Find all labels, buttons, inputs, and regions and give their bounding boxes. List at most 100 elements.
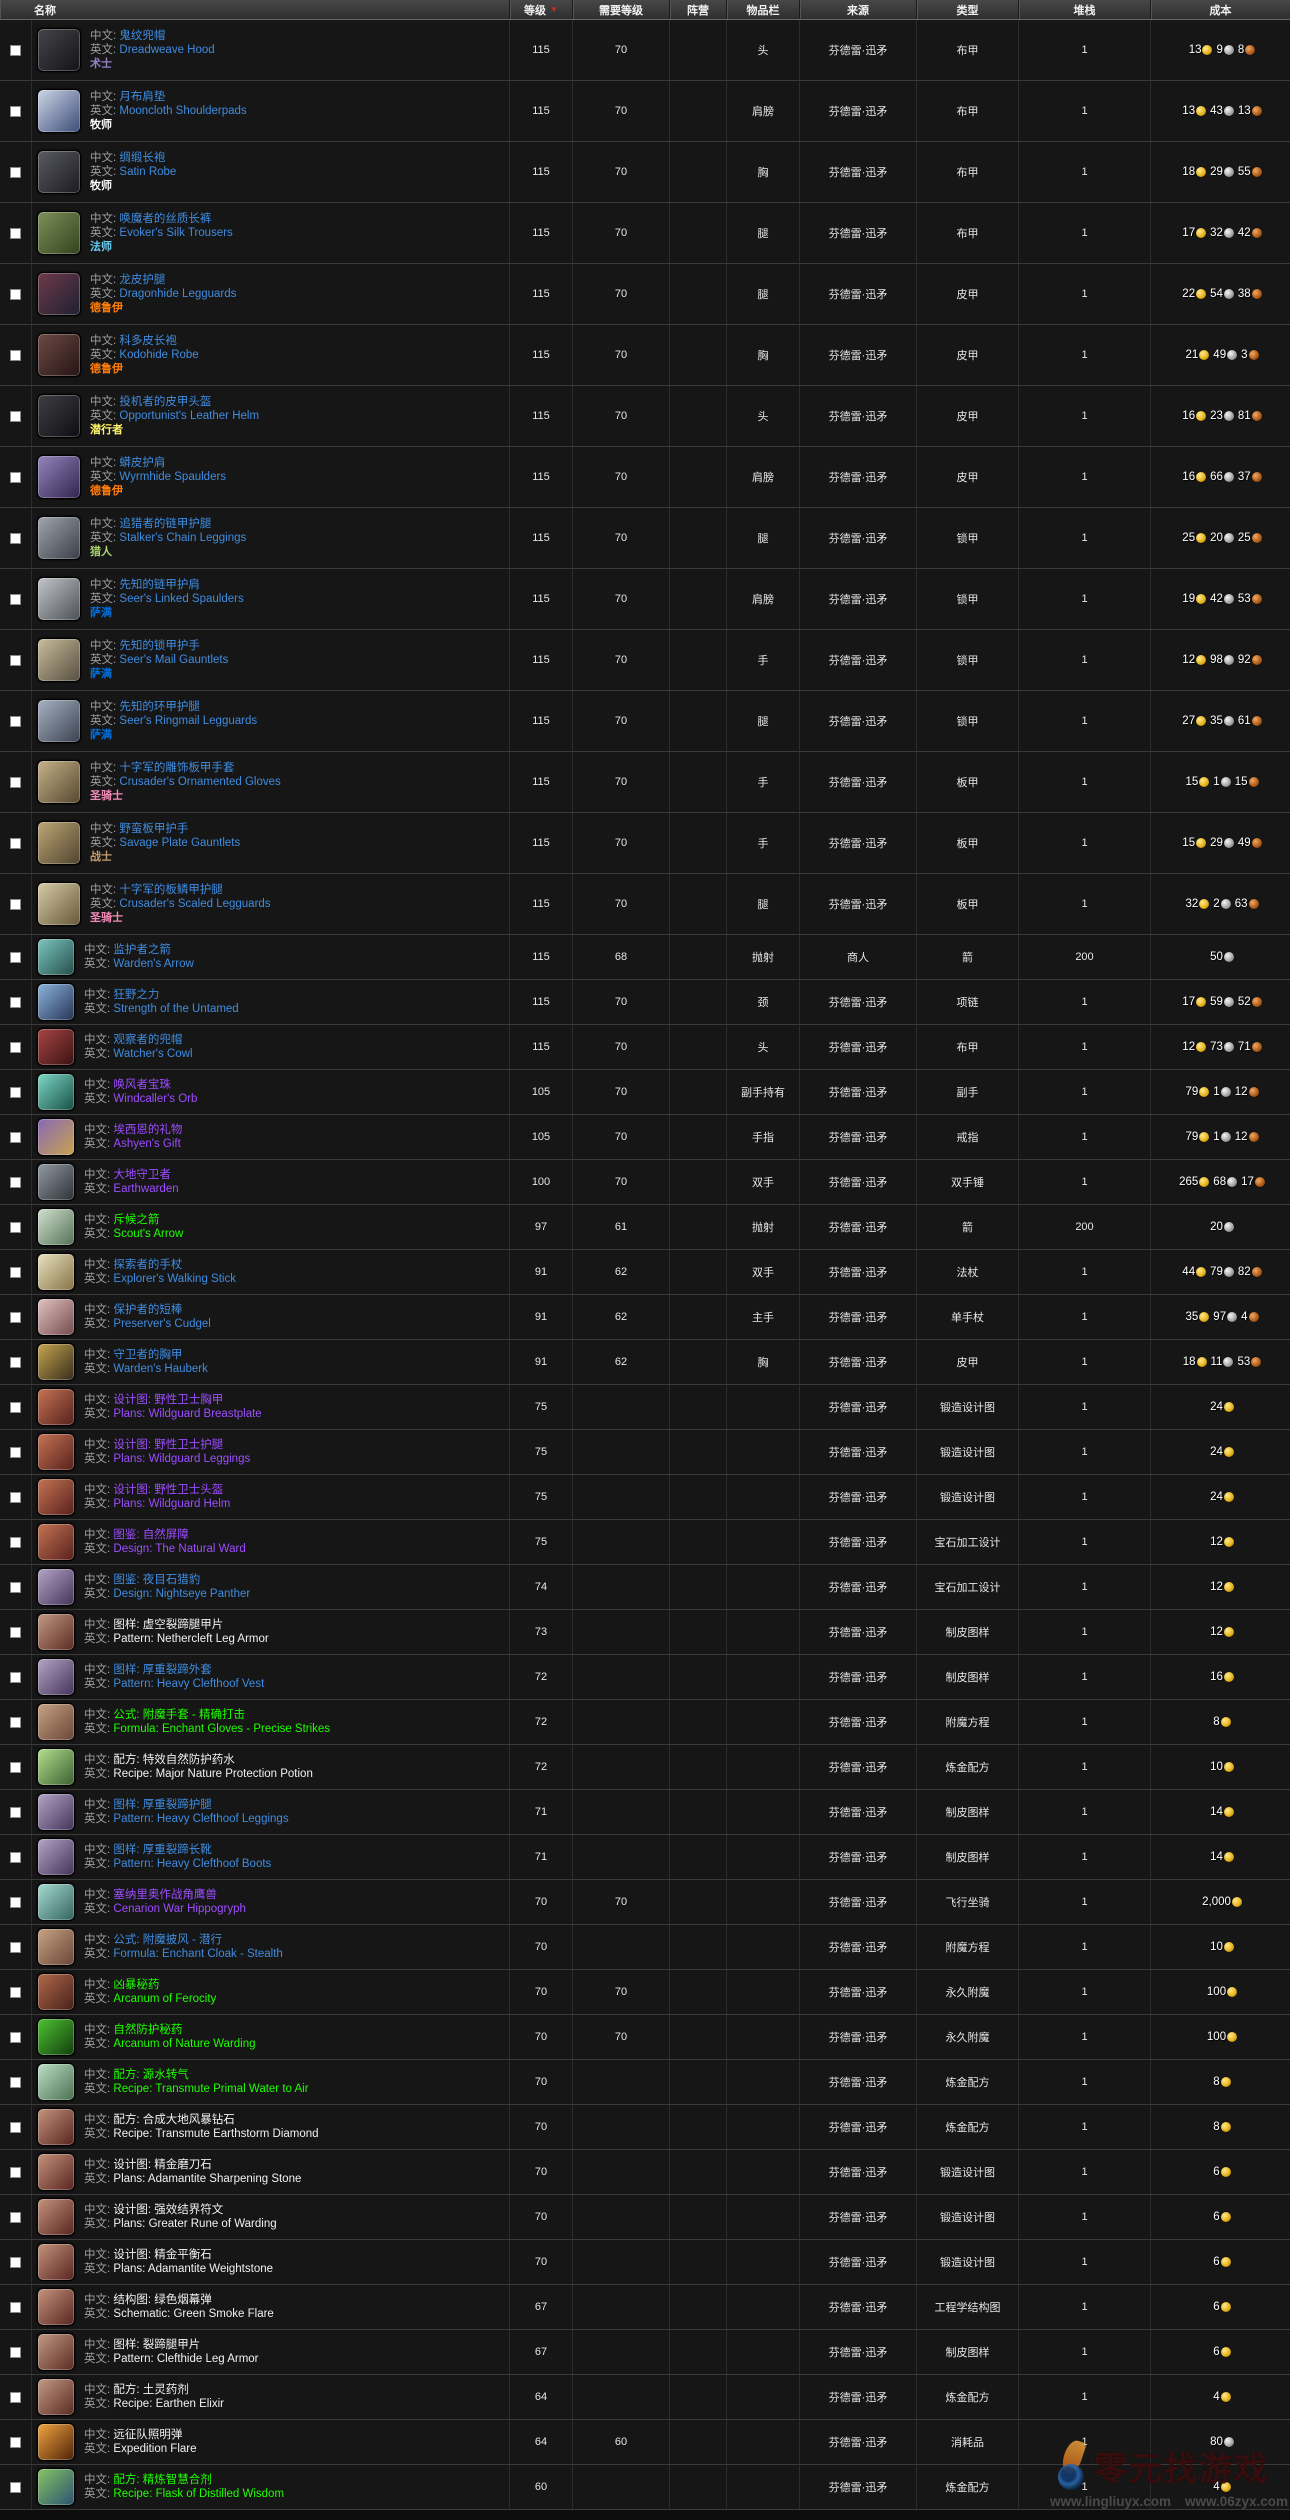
item-name-en[interactable]: Expedition Flare [113,2443,196,2455]
row-checkbox[interactable] [10,1132,21,1143]
item-name-en[interactable]: Preserver's Cudgel [113,1318,210,1330]
item-name-en[interactable]: Satin Robe [119,166,176,178]
row-checkbox[interactable] [10,1042,21,1053]
item-name-en[interactable]: Explorer's Walking Stick [113,1273,236,1285]
item-name-en[interactable]: Formula: Enchant Gloves - Precise Strike… [113,1723,330,1735]
item-name-cn[interactable]: 设计图: 精金平衡石 [113,2249,211,2261]
item-name-en[interactable]: Pattern: Clefthide Leg Armor [113,2353,258,2365]
row-checkbox[interactable] [10,411,21,422]
item-name-cn[interactable]: 配方: 精炼智慧合剂 [113,2474,211,2486]
item-name-en[interactable]: Arcanum of Nature Warding [113,2038,255,2050]
scroll-icon[interactable] [37,1793,75,1831]
item-name-cn[interactable]: 自然防护秘药 [113,2024,182,2036]
scroll-icon[interactable] [37,2288,75,2326]
item-name-cn[interactable]: 保护者的短棒 [113,1304,182,1316]
row-checkbox[interactable] [10,167,21,178]
item-name-cn[interactable]: 公式: 附魔手套 - 精确打击 [113,1709,245,1721]
item-name-cn[interactable]: 结构图: 绿色烟幕弹 [113,2294,211,2306]
item-name-cn[interactable]: 十字军的板鳞甲护腿 [119,884,223,896]
item-name-cn[interactable]: 设计图: 野性卫士护腿 [113,1439,223,1451]
item-name-en[interactable]: Plans: Adamantite Weightstone [113,2263,273,2275]
item-name-cn[interactable]: 埃西恩的礼物 [113,1124,182,1136]
item-name-en[interactable]: Design: The Natural Ward [113,1543,245,1555]
staff-icon[interactable] [37,1253,75,1291]
row-checkbox[interactable] [10,106,21,117]
row-checkbox[interactable] [10,1942,21,1953]
item-name-cn[interactable]: 月布肩垫 [119,91,165,103]
item-name-en[interactable]: Schematic: Green Smoke Flare [113,2308,273,2320]
item-name-cn[interactable]: 先知的环甲护腿 [119,701,200,713]
scroll-icon[interactable] [37,2243,75,2281]
item-name-cn[interactable]: 配方: 特效自然防护药水 [113,1754,234,1766]
item-name-en[interactable]: Pattern: Nethercleft Leg Armor [113,1633,268,1645]
item-name-cn[interactable]: 设计图: 精金磨刀石 [113,2159,211,2171]
row-checkbox[interactable] [10,1807,21,1818]
row-checkbox[interactable] [10,1852,21,1863]
header-cost[interactable]: 成本 [1151,0,1290,19]
flare-icon[interactable] [37,2423,75,2461]
helm-icon[interactable] [37,394,81,438]
scroll-icon[interactable] [37,2378,75,2416]
item-name-en[interactable]: Pattern: Heavy Clefthoof Leggings [113,1813,288,1825]
item-name-en[interactable]: Kodohide Robe [119,349,198,361]
item-name-en[interactable]: Crusader's Scaled Legguards [119,898,270,910]
item-name-en[interactable]: Savage Plate Gauntlets [119,837,240,849]
row-checkbox[interactable] [10,2212,21,2223]
item-name-cn[interactable]: 图样: 虚空裂蹄腿甲片 [113,1619,223,1631]
row-checkbox[interactable] [10,2392,21,2403]
row-checkbox[interactable] [10,1267,21,1278]
item-name-en[interactable]: Pattern: Heavy Clefthoof Boots [113,1858,271,1870]
item-name-en[interactable]: Warden's Hauberk [113,1363,207,1375]
vest-icon[interactable] [37,1343,75,1381]
item-name-en[interactable]: Evoker's Silk Trousers [119,227,232,239]
pants-icon[interactable] [37,211,81,255]
scroll-icon[interactable] [37,2108,75,2146]
item-name-en[interactable]: Recipe: Transmute Primal Water to Air [113,2083,308,2095]
header-source[interactable]: 来源 [800,0,917,19]
item-name-en[interactable]: Recipe: Transmute Earthstorm Diamond [113,2128,318,2140]
row-checkbox[interactable] [10,1672,21,1683]
gloves-icon[interactable] [37,821,81,865]
scroll-icon[interactable] [37,1613,75,1651]
gloves-icon[interactable] [37,638,81,682]
item-name-en[interactable]: Seer's Ringmail Legguards [119,715,257,727]
row-checkbox[interactable] [10,899,21,910]
scroll-icon[interactable] [37,1748,75,1786]
item-name-en[interactable]: Seer's Linked Spaulders [119,593,243,605]
header-level[interactable]: 等级▼ [510,0,573,19]
item-name-cn[interactable]: 先知的锁甲护手 [119,640,200,652]
item-name-cn[interactable]: 斥候之箭 [113,1214,159,1226]
item-name-cn[interactable]: 设计图: 野性卫士头盔 [113,1484,223,1496]
item-name-cn[interactable]: 设计图: 野性卫士胸甲 [113,1394,223,1406]
scroll-icon[interactable] [37,2153,75,2191]
scroll-icon[interactable] [37,1703,75,1741]
row-checkbox[interactable] [10,1717,21,1728]
row-checkbox[interactable] [10,1537,21,1548]
item-name-cn[interactable]: 图样: 厚重裂蹄护腿 [113,1799,211,1811]
robe-icon[interactable] [37,333,81,377]
row-checkbox[interactable] [10,2122,21,2133]
item-name-cn[interactable]: 先知的链甲护肩 [119,579,200,591]
item-name-en[interactable]: Earthwarden [113,1183,178,1195]
item-name-cn[interactable]: 科多皮长袍 [119,335,177,347]
scroll-icon[interactable] [37,1388,75,1426]
item-name-cn[interactable]: 探索者的手杖 [113,1259,182,1271]
item-name-en[interactable]: Plans: Greater Rune of Warding [113,2218,276,2230]
item-name-cn[interactable]: 远征队照明弹 [113,2429,182,2441]
arrow-icon[interactable] [37,938,75,976]
scroll-icon[interactable] [37,2468,75,2506]
header-faction[interactable]: 阵营 [670,0,727,19]
row-checkbox[interactable] [10,1222,21,1233]
arrow-icon[interactable] [37,1208,75,1246]
shoulders-icon[interactable] [37,577,81,621]
row-checkbox[interactable] [10,997,21,1008]
row-checkbox[interactable] [10,2077,21,2088]
ring-icon[interactable] [37,1118,75,1156]
row-checkbox[interactable] [10,716,21,727]
header-stack[interactable]: 堆栈 [1019,0,1151,19]
hippogryph-icon[interactable] [37,1883,75,1921]
header-slot[interactable]: 物品栏 [727,0,800,19]
item-name-en[interactable]: Recipe: Flask of Distilled Wisdom [113,2488,284,2500]
item-name-cn[interactable]: 唤风者宝珠 [113,1079,171,1091]
row-checkbox[interactable] [10,1627,21,1638]
